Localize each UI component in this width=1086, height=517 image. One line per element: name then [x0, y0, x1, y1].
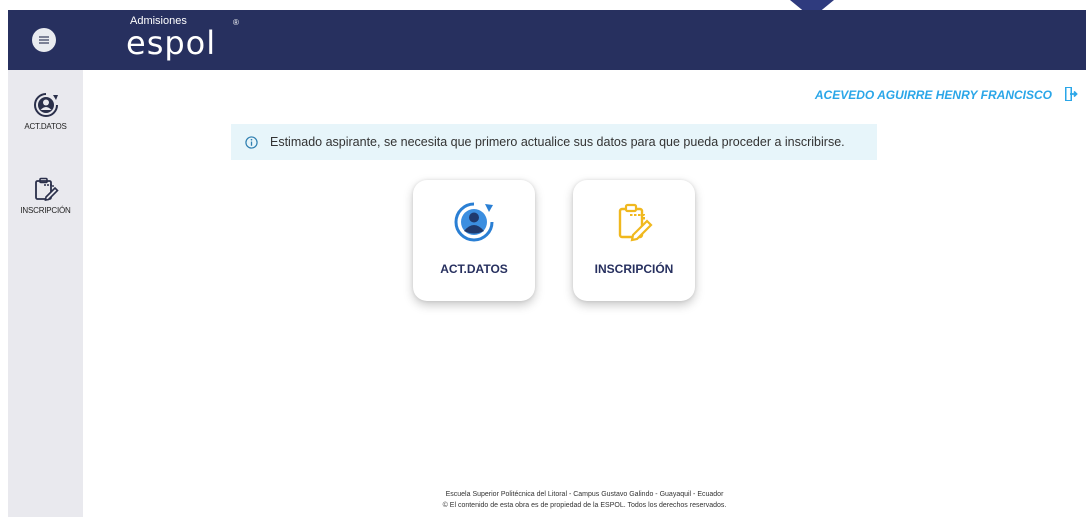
app-header: Admisiones espol ® — [8, 10, 1086, 70]
info-icon — [245, 135, 258, 149]
top-strip — [0, 0, 1086, 10]
user-name[interactable]: ACEVEDO AGUIRRE HENRY FRANCISCO — [815, 88, 1052, 102]
card-label: ACT.DATOS — [440, 262, 508, 276]
card-inscripcion[interactable]: INSCRIPCIÓN — [573, 180, 695, 301]
user-refresh-icon — [454, 202, 494, 242]
logo-wordmark: espol — [126, 24, 217, 62]
hamburger-menu-button[interactable] — [32, 28, 56, 52]
sidebar-item-label: ACT.DATOS — [24, 122, 67, 131]
sidebar: ACT.DATOS INSCRIPCIÓN — [8, 70, 83, 517]
info-alert: Estimado aspirante, se necesita que prim… — [231, 124, 877, 160]
sidebar-item-label: INSCRIPCIÓN — [20, 206, 71, 215]
hamburger-icon — [39, 36, 49, 44]
footer-address: Escuela Superior Politécnica del Litoral… — [445, 491, 724, 498]
card-act-datos[interactable]: ACT.DATOS — [413, 180, 535, 301]
footer-copyright: © El contenido de esta obra es de propie… — [442, 502, 727, 509]
alert-message: Estimado aspirante, se necesita que prim… — [270, 135, 845, 149]
logout-icon[interactable] — [1064, 86, 1078, 102]
card-label: INSCRIPCIÓN — [594, 262, 674, 276]
user-refresh-icon — [33, 93, 58, 117]
clipboard-edit-icon — [34, 177, 59, 201]
logo-registered-mark: ® — [233, 18, 239, 27]
sidebar-item-inscripcion[interactable]: INSCRIPCIÓN — [8, 176, 83, 215]
sidebar-item-act-datos[interactable]: ACT.DATOS — [8, 92, 83, 131]
clipboard-edit-icon — [618, 203, 653, 242]
footer: Escuela Superior Politécnica del Litoral… — [83, 489, 1086, 511]
